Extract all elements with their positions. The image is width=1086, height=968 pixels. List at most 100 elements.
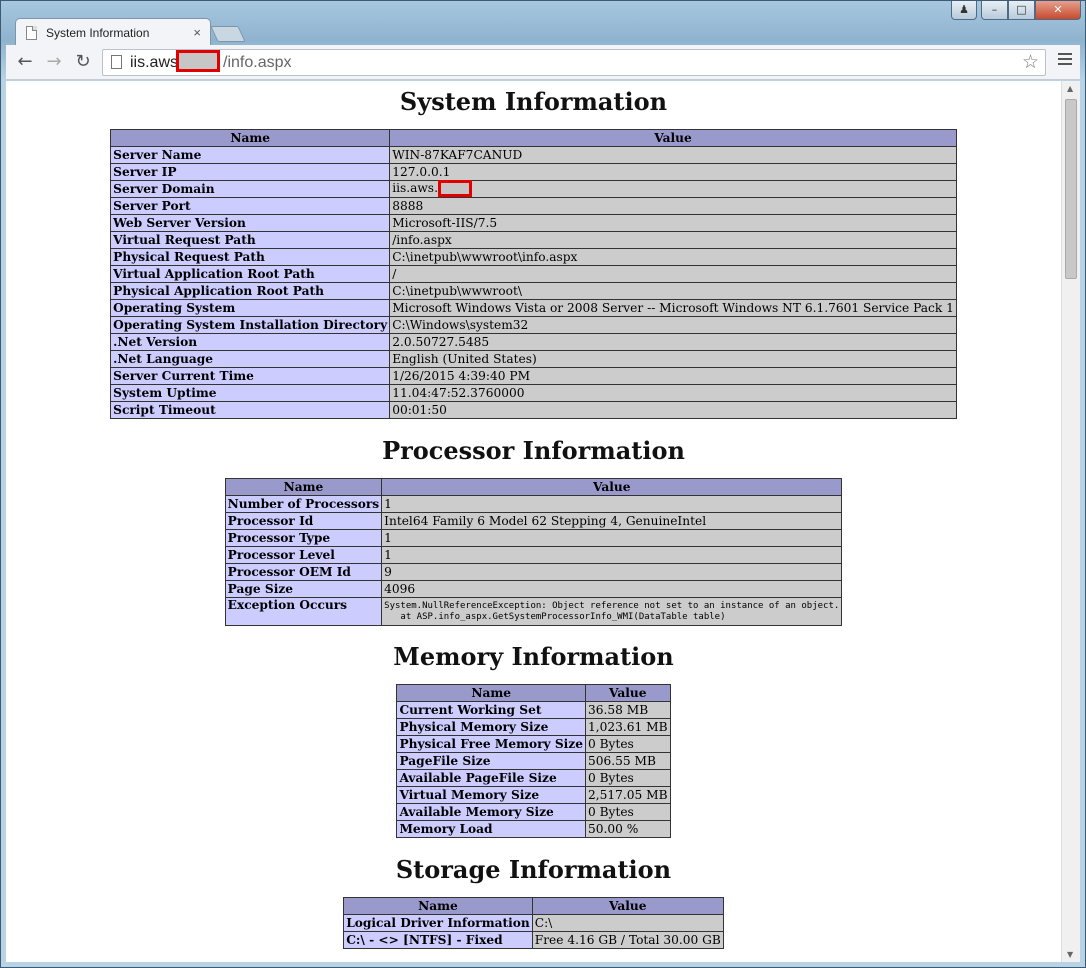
row-name: System Uptime — [110, 384, 391, 402]
row-value-text: 0 Bytes — [587, 770, 634, 785]
row-value-text: C:\inetpub\wwwroot\ — [392, 283, 522, 298]
redaction-box — [437, 180, 472, 197]
row-name: Memory Load — [396, 820, 586, 838]
scroll-down-icon[interactable]: ▼ — [1067, 950, 1073, 959]
table-row: Physical Memory Size 1,023.61 MB — [396, 718, 671, 736]
row-name: Logical Driver Information — [343, 914, 533, 932]
row-value-text: 0 Bytes — [587, 736, 634, 751]
processor-heading: Processor Information — [382, 436, 685, 465]
row-name: Exception Occurs — [224, 597, 383, 626]
bookmark-star-icon[interactable]: ☆ — [1022, 51, 1039, 73]
row-value-text: Free 4.16 GB / Total 30.00 GB — [534, 932, 721, 947]
row-name: Processor OEM Id — [224, 563, 383, 581]
table-row: PageFile Size 506.55 MB — [396, 752, 671, 770]
column-header-value: Value — [584, 684, 671, 702]
row-name: Virtual Application Root Path — [110, 265, 391, 283]
row-name: PageFile Size — [396, 752, 586, 770]
row-value-text: 0 Bytes — [587, 804, 634, 819]
row-value: Microsoft Windows Vista or 2008 Server -… — [389, 299, 957, 317]
row-name: Virtual Request Path — [110, 231, 391, 249]
row-value-text: WIN-87KAF7CANUD — [392, 147, 523, 162]
table-row: Server IP 127.0.0.1 — [110, 163, 957, 181]
scroll-up-icon[interactable]: ▲ — [1067, 84, 1073, 93]
row-value-text: 4096 — [384, 581, 416, 596]
table-row: Page Size 4096 — [224, 580, 843, 598]
address-bar[interactable]: iis.aws /info.aspx ☆ — [102, 49, 1046, 76]
browser-toolbar: ← → ↻ iis.aws /info.aspx ☆ — [6, 45, 1080, 80]
table-row: Physical Free Memory Size 0 Bytes — [396, 735, 671, 753]
storage-table: Name Value Logical Driver Information C:\… — [343, 897, 724, 949]
browser-window: System Information × ♟ – □ ✕ ← → ↻ iis.a… — [0, 0, 1086, 968]
row-value-text: 1 — [384, 496, 392, 511]
table-row: Operating System Microsoft Windows Vista … — [110, 299, 957, 317]
forward-button[interactable]: → — [43, 51, 65, 73]
row-name: Server Domain — [110, 180, 391, 198]
row-value: 2,517.05 MB — [584, 786, 671, 804]
row-value: 8888 — [389, 197, 957, 215]
table-row: Virtual Request Path/info.aspx — [110, 231, 957, 249]
row-name: Server Name — [110, 146, 391, 164]
row-value-text: 127.0.0.1 — [392, 164, 451, 179]
system-table: Name Value Server Name WIN-87KAF7CANUD Ser… — [110, 129, 957, 419]
row-value: 506.55 MB — [584, 752, 671, 770]
row-name: Server Current Time — [110, 367, 391, 385]
menu-icon[interactable] — [1058, 53, 1072, 68]
new-tab-button[interactable] — [210, 26, 246, 42]
row-name: Available Memory Size — [396, 803, 586, 821]
url-suffix: /info.aspx — [223, 54, 292, 71]
row-value: /info.aspx — [389, 231, 957, 249]
table-row: System Uptime 11.04:47:52.3760000 — [110, 384, 957, 402]
close-window-button[interactable]: ✕ — [1035, 1, 1081, 20]
row-value-text: Microsoft Windows Vista or 2008 Server -… — [392, 300, 954, 315]
row-value: English (United States) — [389, 350, 957, 368]
page-info-icon[interactable] — [111, 55, 122, 69]
row-value: Intel64 Family 6 Model 62 Stepping 4, Ge… — [381, 512, 843, 530]
row-name: Script Timeout — [110, 401, 391, 419]
row-value: 9 — [381, 563, 843, 581]
system-heading: System Information — [399, 87, 668, 116]
row-value-text: 00:01:50 — [392, 402, 447, 417]
row-name: Processor Id — [224, 512, 383, 530]
row-value-text: /info.aspx — [392, 232, 452, 247]
back-button[interactable]: ← — [14, 51, 36, 73]
row-value: 4096 — [381, 580, 843, 598]
user-icon[interactable]: ♟ — [951, 1, 977, 20]
processor-section: Processor Information Name Value Number … — [6, 436, 1061, 626]
row-value: 36.58 MB — [584, 701, 671, 719]
table-row: Server Port 8888 — [110, 197, 957, 215]
redaction-box — [176, 50, 220, 72]
scrollbar-thumb[interactable] — [1065, 99, 1077, 279]
table-row: Available PageFile Size 0 Bytes — [396, 769, 671, 787]
column-header-name: Name — [224, 478, 383, 496]
row-value: 50.00 % — [584, 820, 671, 838]
row-name: Number of Processors — [224, 495, 383, 513]
table-row: Server Name WIN-87KAF7CANUD — [110, 146, 957, 164]
processor-table: Name Value Number of Processors 1 Processo… — [224, 478, 843, 626]
row-value: WIN-87KAF7CANUD — [389, 146, 957, 164]
row-value: 1 — [381, 546, 843, 564]
row-value: iis.aws. — [389, 180, 957, 198]
row-value: / — [389, 265, 957, 283]
row-value: 2.0.50727.5485 — [389, 333, 957, 351]
row-value: C:\Windows\system32 — [389, 316, 957, 334]
row-value-text: 1 — [384, 530, 392, 545]
vertical-scrollbar[interactable]: ▲ ▼ — [1061, 81, 1080, 962]
row-value-text: 1 — [384, 547, 392, 562]
table-row: Processor OEM Id 9 — [224, 563, 843, 581]
row-name: Server Port — [110, 197, 391, 215]
row-value: 1/26/2015 4:39:40 PM — [389, 367, 957, 385]
table-row: Web Server Version Microsoft-IIS/7.5 — [110, 214, 957, 232]
tab-close-icon[interactable]: × — [193, 25, 201, 40]
column-header-name: Name — [396, 684, 586, 702]
browser-tab[interactable]: System Information × — [15, 18, 211, 46]
row-name: Server IP — [110, 163, 391, 181]
row-name: Operating System Installation Directory — [110, 316, 391, 334]
minimize-button[interactable]: – — [981, 1, 1008, 20]
memory-heading: Memory Information — [393, 642, 674, 671]
maximize-button[interactable]: □ — [1008, 1, 1035, 20]
table-row: Number of Processors 1 — [224, 495, 843, 513]
reload-button[interactable]: ↻ — [72, 51, 94, 73]
table-row: Server Domain iis.aws. — [110, 180, 957, 198]
row-value: 1 — [381, 495, 843, 513]
row-name: .Net Version — [110, 333, 391, 351]
